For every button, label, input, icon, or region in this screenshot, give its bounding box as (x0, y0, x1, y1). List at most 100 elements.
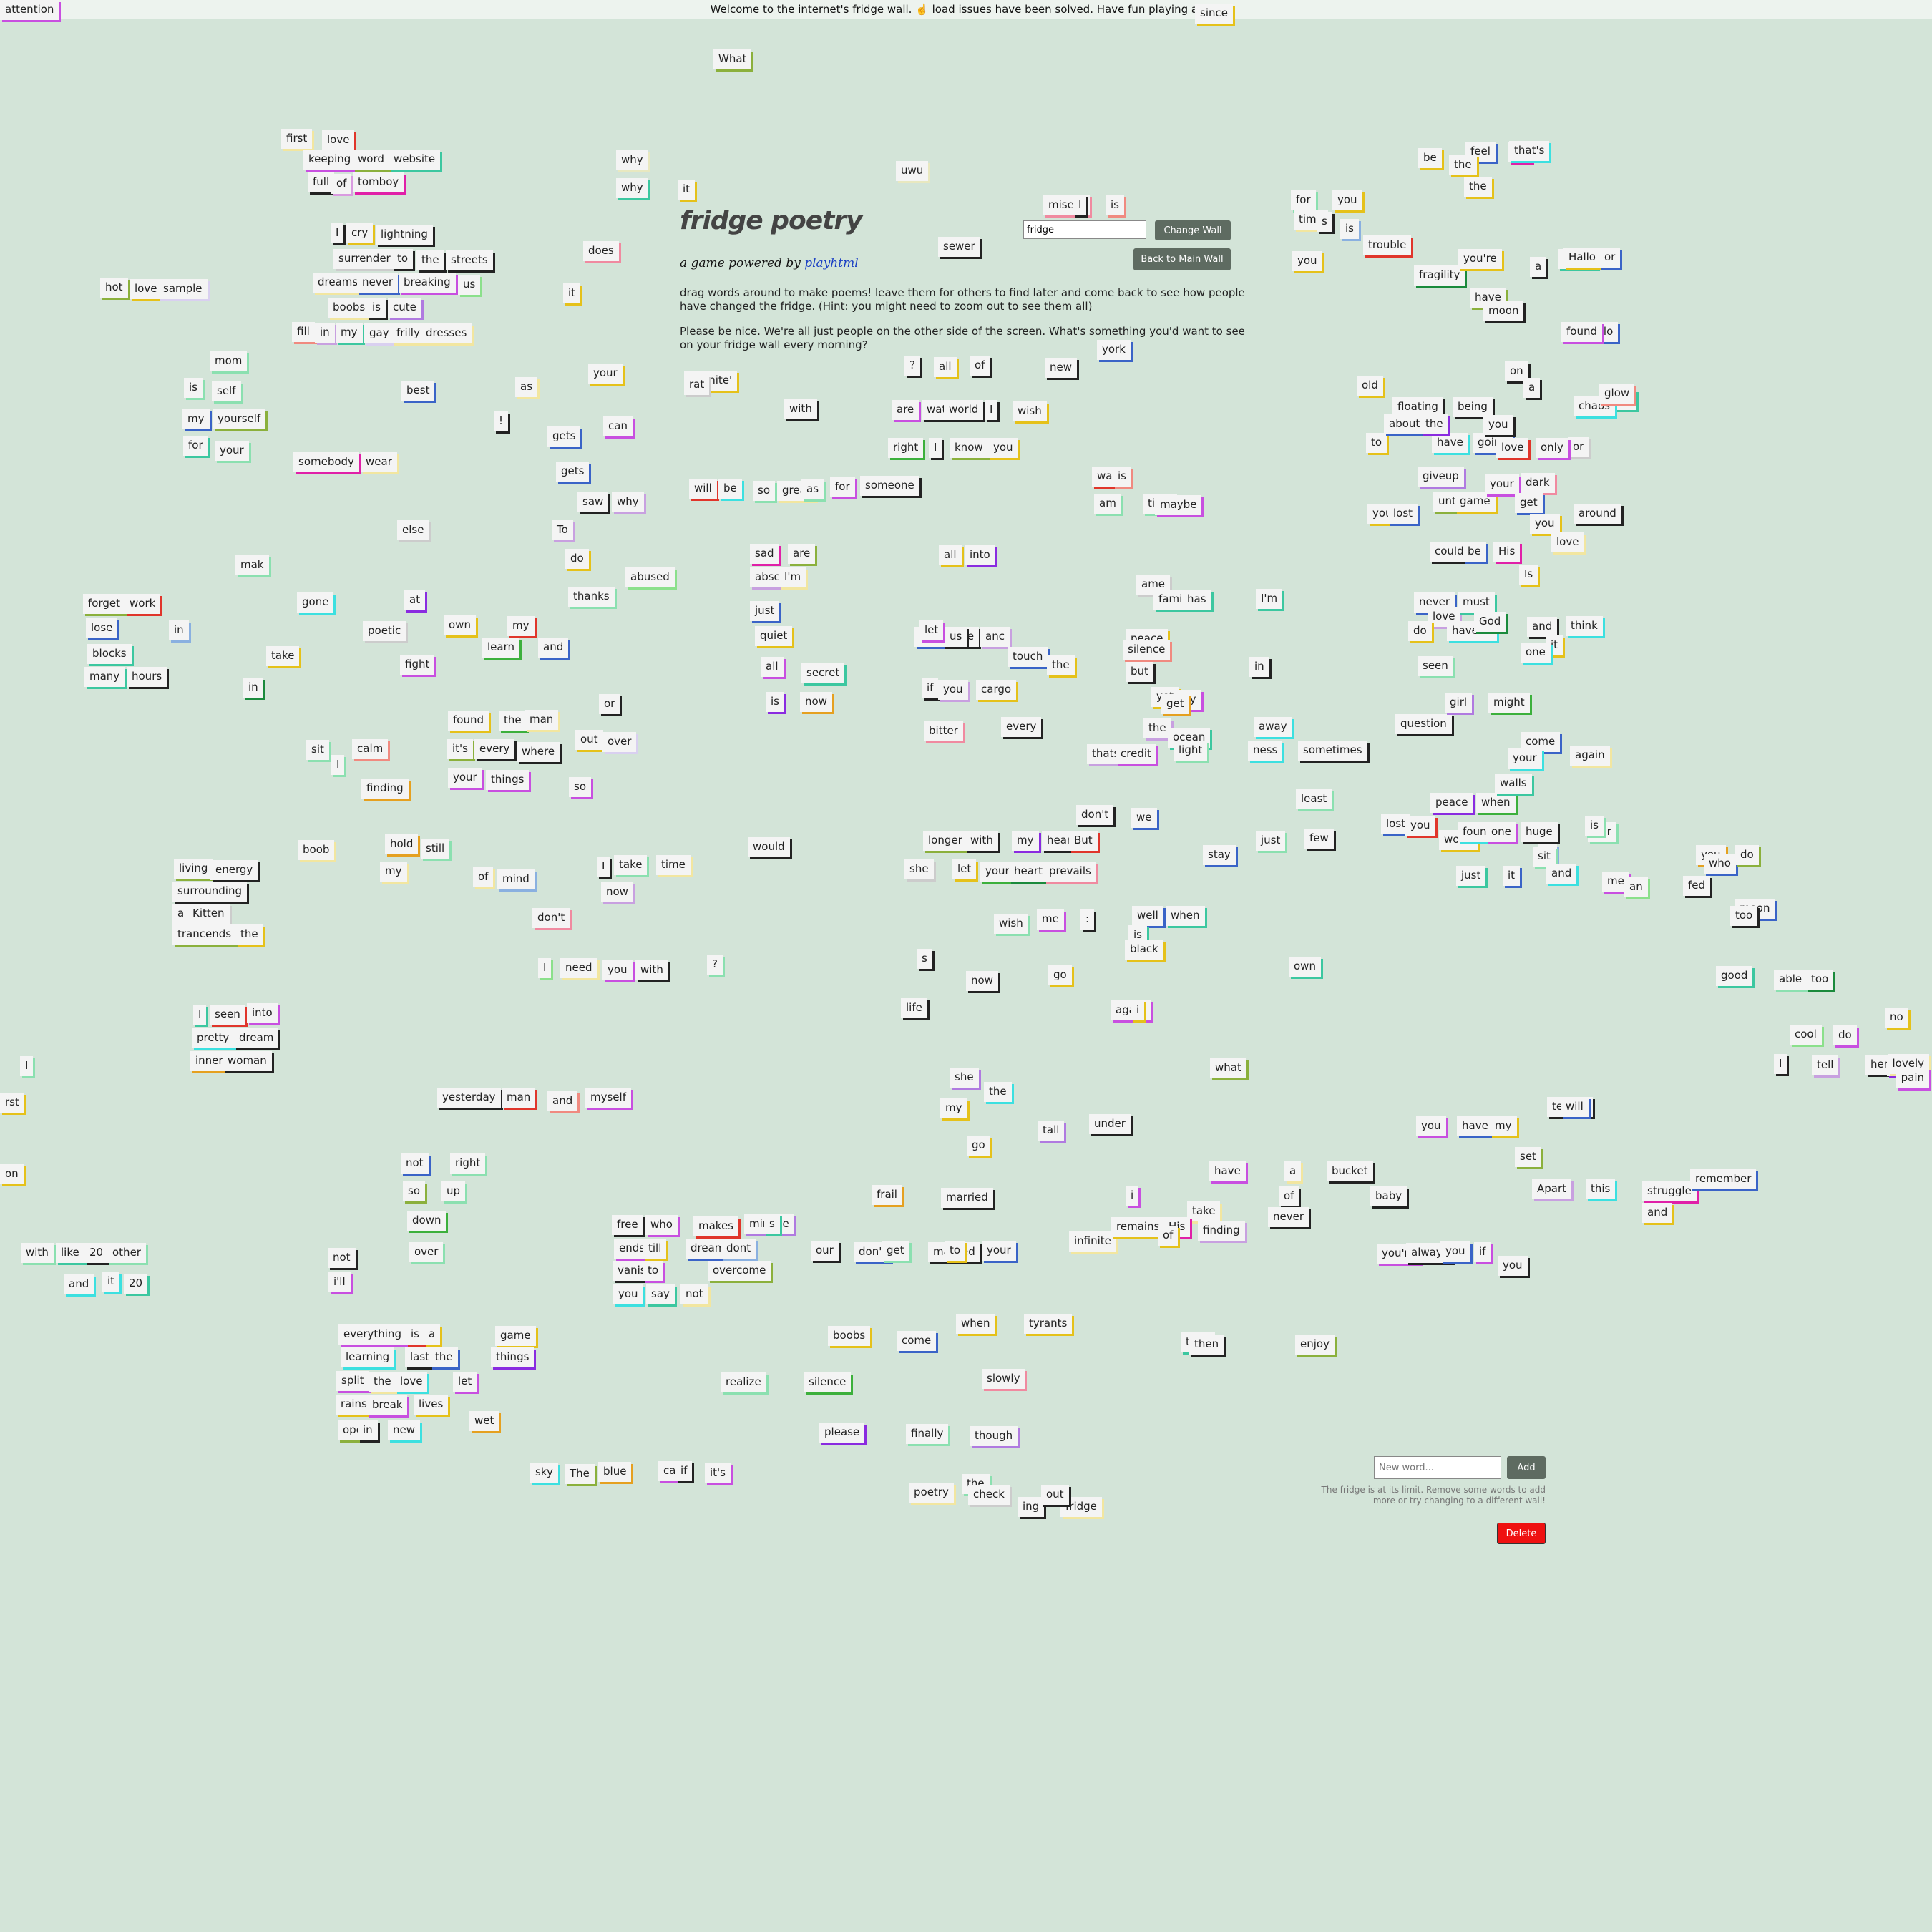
word-magnet[interactable]: in (315, 323, 335, 343)
word-magnet[interactable]: that's (1509, 141, 1550, 161)
word-magnet[interactable]: tyrants (1024, 1314, 1073, 1334)
word-magnet[interactable]: overcome (708, 1261, 771, 1281)
word-magnet[interactable]: what (1210, 1058, 1246, 1078)
word-magnet[interactable]: you (1440, 1241, 1470, 1262)
word-magnet[interactable]: in (358, 1420, 378, 1440)
word-magnet[interactable]: it (678, 180, 696, 200)
word-magnet[interactable]: so (403, 1181, 425, 1201)
word-magnet[interactable]: set (1515, 1147, 1541, 1167)
word-magnet[interactable]: say (646, 1284, 675, 1304)
word-magnet[interactable]: you (1405, 816, 1435, 836)
word-magnet[interactable]: own (1289, 957, 1321, 977)
word-magnet[interactable]: wet (469, 1411, 499, 1431)
word-magnet[interactable]: and (1642, 1203, 1673, 1223)
word-magnet[interactable]: quiet (755, 626, 793, 646)
word-magnet[interactable]: maybe (1155, 495, 1202, 515)
word-magnet[interactable]: To (552, 520, 573, 540)
word-magnet[interactable]: too (1806, 970, 1834, 990)
word-magnet[interactable]: and (538, 638, 569, 658)
word-magnet[interactable]: ing (1018, 1497, 1045, 1517)
word-magnet[interactable]: 20 (124, 1274, 148, 1294)
word-magnet[interactable]: secret (801, 663, 845, 683)
word-magnet[interactable]: calm (352, 739, 389, 759)
word-magnet[interactable]: has (1182, 590, 1211, 610)
word-magnet[interactable]: first (281, 129, 313, 149)
word-magnet[interactable]: love (322, 130, 355, 150)
word-magnet[interactable]: light (1174, 741, 1208, 761)
word-magnet[interactable]: don't (532, 908, 570, 928)
word-magnet[interactable]: remember (1690, 1169, 1757, 1189)
word-magnet[interactable]: need (560, 958, 597, 978)
word-magnet[interactable]: never (1268, 1207, 1309, 1227)
word-magnet[interactable]: every (1001, 717, 1042, 737)
word-magnet[interactable]: please (819, 1423, 865, 1443)
word-magnet[interactable]: learning (341, 1347, 395, 1367)
word-magnet[interactable]: giveup (1418, 467, 1464, 487)
word-magnet[interactable]: dont (721, 1239, 756, 1259)
word-magnet[interactable]: into (247, 1003, 278, 1023)
word-magnet[interactable]: game (1455, 492, 1496, 512)
word-magnet[interactable]: to (643, 1261, 664, 1281)
add-word-button[interactable]: Add (1507, 1456, 1546, 1479)
word-magnet[interactable]: all (934, 357, 957, 377)
word-magnet[interactable]: ? (707, 955, 723, 975)
word-magnet[interactable]: you (1292, 251, 1322, 271)
word-magnet[interactable]: I (20, 1056, 34, 1076)
word-magnet[interactable]: with (965, 831, 998, 851)
word-magnet[interactable]: love (130, 279, 162, 299)
word-magnet[interactable]: do (1735, 845, 1759, 865)
word-magnet[interactable]: the (499, 711, 527, 731)
word-magnet[interactable]: gets (556, 462, 590, 482)
word-magnet[interactable]: question (1395, 714, 1452, 734)
wall-name-input[interactable] (1023, 220, 1146, 239)
word-magnet[interactable]: into (965, 545, 995, 565)
word-magnet[interactable]: able (1774, 970, 1807, 990)
word-magnet[interactable]: things (491, 1347, 535, 1367)
word-magnet[interactable]: struggle (1642, 1181, 1697, 1201)
word-magnet[interactable]: one (1521, 643, 1551, 663)
word-magnet[interactable]: I (929, 438, 942, 458)
word-magnet[interactable]: your (1485, 474, 1519, 494)
word-magnet[interactable]: I'm (1256, 589, 1283, 609)
word-magnet[interactable]: you (602, 960, 633, 980)
word-magnet[interactable]: have (1209, 1161, 1246, 1181)
word-magnet[interactable]: pretty (192, 1028, 235, 1048)
back-to-main-wall-button[interactable]: Back to Main Wall (1133, 248, 1231, 270)
word-magnet[interactable]: ? (904, 356, 920, 376)
word-magnet[interactable]: who (1704, 854, 1736, 874)
word-magnet[interactable]: prevails (1044, 862, 1096, 882)
word-magnet[interactable]: lost (1388, 504, 1418, 524)
word-magnet[interactable]: be (1418, 148, 1442, 168)
word-magnet[interactable]: though (970, 1426, 1018, 1446)
word-magnet[interactable]: s (917, 949, 932, 969)
word-magnet[interactable]: you (938, 680, 968, 700)
word-magnet[interactable]: huge (1521, 822, 1558, 842)
word-magnet[interactable]: seen (1418, 656, 1453, 676)
word-magnet[interactable]: s (764, 1214, 780, 1234)
word-magnet[interactable]: to (945, 1241, 966, 1261)
word-magnet[interactable]: my (507, 616, 535, 636)
word-magnet[interactable]: moon (1483, 301, 1524, 321)
word-magnet[interactable]: dark (1521, 473, 1555, 493)
word-magnet[interactable]: now (601, 882, 633, 902)
word-magnet[interactable]: at (404, 590, 426, 610)
word-magnet[interactable]: I (1774, 1054, 1787, 1074)
word-magnet[interactable]: mom (210, 351, 248, 371)
word-magnet[interactable]: blocks (87, 644, 132, 664)
word-magnet[interactable]: own (444, 615, 476, 635)
word-magnet[interactable]: bucket (1327, 1161, 1373, 1181)
word-magnet[interactable]: never (357, 273, 399, 293)
word-magnet[interactable]: I (193, 1005, 207, 1025)
word-magnet[interactable]: longer (923, 831, 967, 851)
word-magnet[interactable]: will (689, 479, 717, 499)
word-magnet[interactable]: mak (235, 555, 269, 575)
word-magnet[interactable]: all (761, 657, 784, 677)
word-magnet[interactable]: sit (306, 740, 329, 760)
word-magnet[interactable]: cool (1790, 1025, 1822, 1045)
word-magnet[interactable]: the (1464, 177, 1492, 197)
word-magnet[interactable]: sometimes (1298, 741, 1367, 761)
word-magnet[interactable]: breaking (399, 273, 456, 293)
word-magnet[interactable]: boobs (328, 298, 371, 318)
word-magnet[interactable]: gets (547, 426, 581, 447)
word-magnet[interactable]: for (1291, 190, 1316, 210)
